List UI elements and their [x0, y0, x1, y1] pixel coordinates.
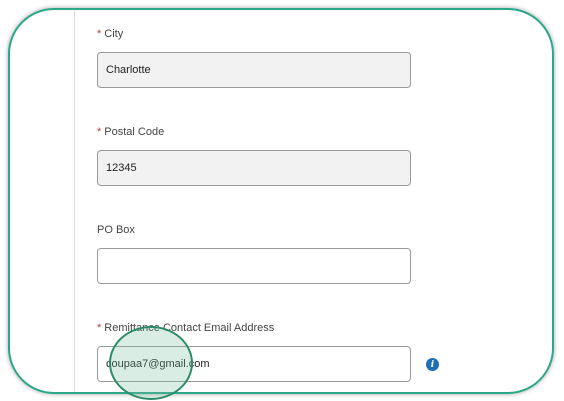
postal-code-input-value: 12345	[106, 162, 137, 174]
info-icon[interactable]: i	[426, 358, 439, 371]
postal-code-label: * Postal Code	[97, 126, 165, 138]
city-label: * City	[97, 28, 124, 40]
click-highlight	[109, 326, 193, 400]
required-marker: *	[97, 126, 102, 138]
city-input[interactable]: Charlotte	[97, 52, 411, 88]
postal-code-input[interactable]: 12345	[97, 150, 411, 186]
required-marker: *	[97, 28, 102, 40]
city-input-value: Charlotte	[106, 64, 151, 76]
panel-divider	[74, 10, 75, 392]
po-box-label: PO Box	[97, 224, 135, 236]
po-box-input[interactable]	[97, 248, 411, 284]
email-label: * Remittance Contact Email Address	[97, 322, 275, 334]
required-marker: *	[97, 322, 102, 334]
